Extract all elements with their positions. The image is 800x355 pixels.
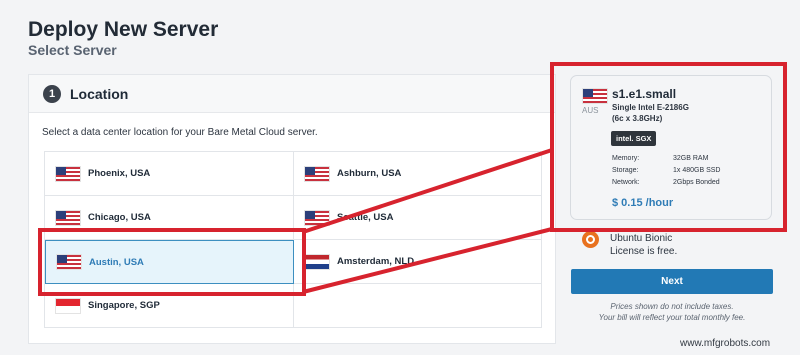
location-option-chicago[interactable]: Chicago, USA [45, 196, 294, 240]
location-label: Seattle, USA [337, 212, 394, 223]
plan-cpu: Single Intel E-2186G (6c x 3.8GHz) [612, 103, 762, 125]
plan-cpu-model: Single Intel E-2186G [612, 103, 689, 112]
location-label: Ashburn, USA [337, 168, 402, 179]
location-label: Singapore, SGP [88, 300, 160, 311]
location-description: Select a data center location for your B… [42, 127, 318, 138]
watermark-text: www.mfgrobots.com [680, 338, 771, 349]
singapore-flag-icon [56, 298, 80, 313]
location-label: Phoenix, USA [88, 168, 151, 179]
spec-value-storage: 1x 480GB SSD [673, 167, 721, 174]
location-title: Location [70, 85, 129, 102]
usa-flag-icon [305, 166, 329, 181]
plan-region-code: AUS [582, 106, 599, 115]
location-option-amsterdam[interactable]: Amsterdam, NLD [294, 240, 542, 284]
location-label: Amsterdam, NLD [337, 256, 415, 267]
page-subtitle: Select Server [28, 42, 117, 58]
usa-flag-icon [56, 166, 80, 181]
location-card-header: 1 Location [29, 75, 555, 113]
os-name: Ubuntu Bionic [610, 233, 673, 244]
netherlands-flag-icon [305, 254, 329, 269]
os-license-note: License is free. [610, 246, 678, 257]
usa-flag-icon [583, 89, 607, 103]
spec-value-network: 2Gbps Bonded [673, 179, 720, 186]
spec-value-memory: 32GB RAM [673, 155, 709, 162]
spec-label-memory: Memory: [612, 155, 640, 162]
location-option-singapore[interactable]: Singapore, SGP [45, 284, 294, 328]
server-plan-card[interactable]: AUS s1.e1.small Single Intel E-2186G (6c… [570, 75, 772, 220]
location-label: Austin, USA [89, 256, 144, 268]
intel-sgx-badge: intel. SGX [611, 131, 657, 146]
location-option-austin[interactable]: Austin, USA [45, 240, 294, 284]
spec-label-storage: Storage: [612, 167, 639, 174]
location-label: Chicago, USA [88, 212, 151, 223]
usa-flag-icon [56, 210, 80, 225]
location-option-seattle[interactable]: Seattle, USA [294, 196, 542, 240]
plan-cpu-cores: (6c x 3.8GHz) [612, 113, 663, 123]
location-grid: Phoenix, USA Ashburn, USA Chicago, USA S… [44, 151, 542, 328]
spec-label-network: Network: [612, 179, 640, 186]
location-option-ashburn[interactable]: Ashburn, USA [294, 152, 542, 196]
step-number-badge: 1 [43, 84, 61, 103]
price-note-billing: Your bill will reflect your total monthl… [598, 313, 746, 322]
usa-flag-icon [57, 255, 81, 269]
location-card: 1 Location Select a data center location… [28, 74, 556, 344]
location-empty-cell [294, 284, 542, 328]
usa-flag-icon [305, 210, 329, 225]
plan-price: $ 0.15 /hour [612, 197, 674, 209]
next-button[interactable]: Next [571, 269, 773, 294]
price-note-taxes: Prices shown do not include taxes. [610, 302, 734, 311]
ubuntu-icon [582, 231, 599, 248]
location-option-phoenix[interactable]: Phoenix, USA [45, 152, 294, 196]
plan-name: s1.e1.small [612, 87, 677, 101]
page-title: Deploy New Server [28, 18, 219, 41]
